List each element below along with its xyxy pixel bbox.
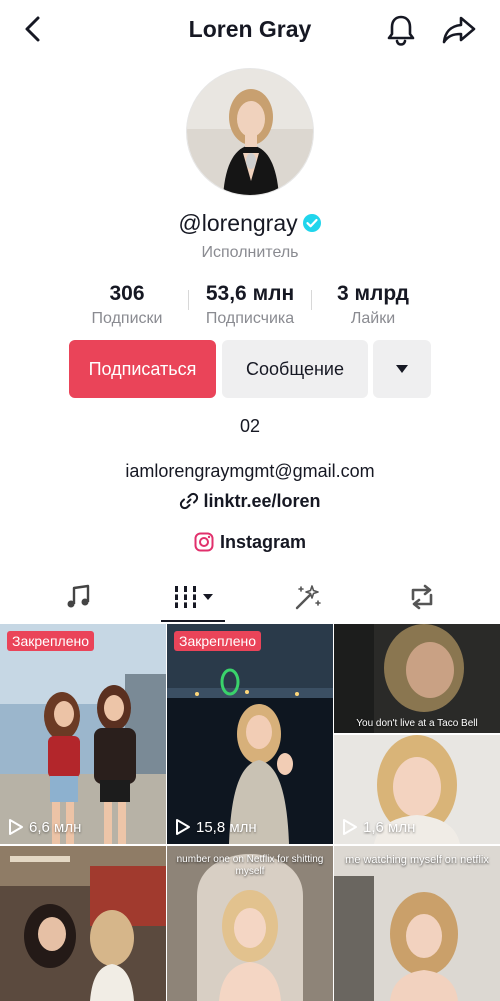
repost-icon: [411, 584, 433, 610]
stat-followers[interactable]: 53,6 млн Подписчика: [195, 282, 305, 328]
instagram-link[interactable]: Instagram: [0, 532, 500, 553]
pinned-badge: Закреплено: [7, 631, 94, 651]
stat-value: 53,6 млн: [205, 282, 295, 305]
link-text: linktr.ee/loren: [203, 491, 321, 511]
stat-label: Подписчика: [205, 310, 295, 327]
video-thumbnail-image: [334, 846, 500, 1001]
profile-link[interactable]: linktr.ee/loren: [0, 491, 500, 512]
profile-email: iamlorengraymgmt@gmail.com: [125, 461, 375, 481]
video-thumbnail-image: [334, 624, 500, 733]
music-note-icon: [67, 584, 90, 608]
bell-icon[interactable]: [384, 13, 418, 47]
magic-wand-icon: [295, 585, 321, 610]
play-icon: [343, 819, 357, 835]
video-thumbnail[interactable]: 1,6 млн: [334, 735, 500, 844]
view-count-text: 6,6 млн: [29, 818, 82, 836]
share-arrow-icon[interactable]: [441, 13, 477, 47]
message-button[interactable]: Сообщение: [222, 340, 368, 398]
link-icon: [180, 492, 199, 510]
page-title: Loren Gray: [188, 16, 312, 42]
instagram-label: Instagram: [219, 532, 307, 552]
view-count-text: 15,8 млн: [196, 818, 257, 836]
video-thumbnail-image: [0, 846, 166, 1001]
profile-tabs: [0, 572, 500, 622]
caret-down-icon: [396, 365, 408, 373]
tab-effects[interactable]: [270, 572, 346, 622]
profile-bio: 02: [239, 416, 261, 436]
stat-value: 306: [109, 282, 145, 305]
play-icon: [176, 819, 190, 835]
stat-following[interactable]: 306 Подписки: [77, 282, 177, 328]
follow-button[interactable]: Подписаться: [69, 340, 216, 398]
stat-divider: [311, 290, 312, 310]
stat-label: Подписки: [91, 310, 163, 327]
view-count: 1,6 млн: [342, 818, 415, 836]
verified-badge-icon: [302, 214, 321, 232]
video-thumbnail[interactable]: Закреплено 6,6 млн: [0, 624, 166, 844]
video-thumbnail[interactable]: Закреплено 15,8 млн: [167, 624, 333, 844]
video-caption: me watching myself on netflix: [345, 854, 489, 866]
profile-category: Исполнитель: [201, 244, 299, 261]
video-thumbnail[interactable]: [0, 846, 166, 1001]
active-tab-indicator: [161, 620, 225, 622]
top-bar: Loren Gray: [0, 0, 500, 58]
instagram-icon: [194, 532, 214, 552]
tab-reposts[interactable]: [384, 572, 460, 622]
pinned-badge: Закреплено: [174, 631, 261, 651]
handle-row: @lorengray: [0, 210, 500, 237]
video-caption: number one on Netflix for shitting mysel…: [176, 854, 324, 877]
stat-value: 3 млрд: [336, 282, 410, 305]
play-icon: [9, 819, 23, 835]
more-options-button[interactable]: [373, 340, 431, 398]
avatar[interactable]: [186, 68, 314, 196]
profile-handle: @lorengray: [178, 210, 298, 236]
video-caption: You don't live at a Taco Bell: [356, 718, 478, 729]
stats-row: 306 Подписки 53,6 млн Подписчика 3 млрд …: [0, 282, 500, 332]
view-count: 6,6 млн: [8, 818, 81, 836]
stat-label: Лайки: [350, 310, 396, 327]
video-thumbnail[interactable]: number one on Netflix for shitting mysel…: [167, 846, 333, 1001]
stat-likes[interactable]: 3 млрд Лайки: [318, 282, 428, 328]
view-count: 15,8 млн: [175, 818, 257, 836]
video-grid: Закреплено 6,6 млн Закреплено 15,8 млн Y…: [0, 624, 500, 1001]
video-thumbnail[interactable]: You don't live at a Taco Bell: [334, 624, 500, 733]
videos-grid-icon: [172, 586, 213, 608]
view-count-text: 1,6 млн: [363, 818, 416, 836]
stat-divider: [188, 290, 189, 310]
video-thumbnail-image: [167, 624, 333, 844]
tab-videos[interactable]: [161, 572, 225, 622]
tab-music[interactable]: [40, 572, 116, 622]
video-thumbnail[interactable]: me watching myself on netflix: [334, 846, 500, 1001]
video-thumbnail-image: [0, 624, 166, 844]
